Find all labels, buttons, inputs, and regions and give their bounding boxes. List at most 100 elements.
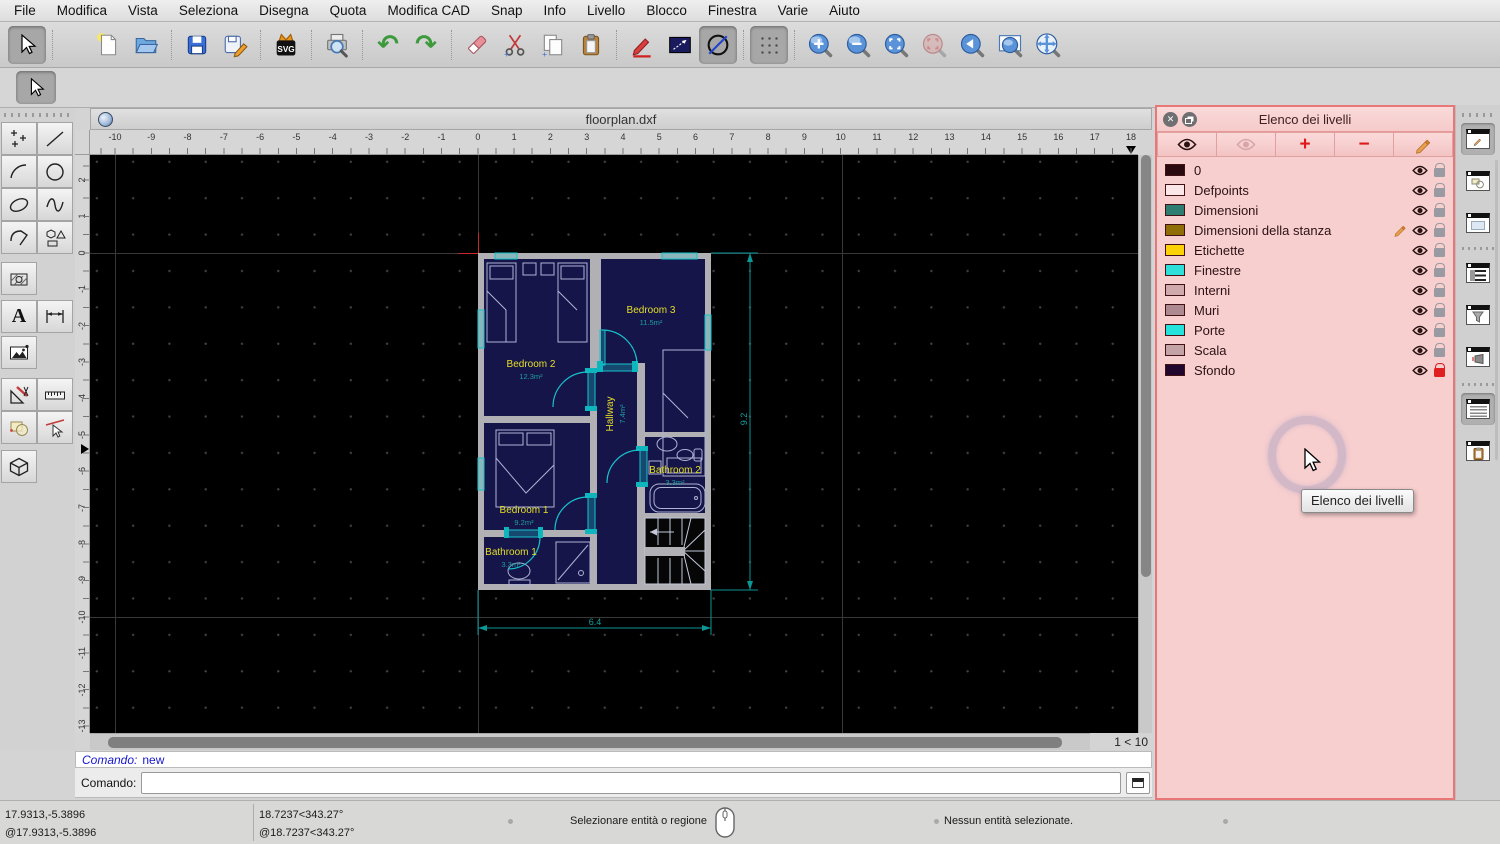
line-tool[interactable]	[37, 122, 73, 155]
select-entity-tool[interactable]	[37, 411, 73, 444]
block-tool[interactable]	[1, 411, 37, 444]
dimension-tool[interactable]	[37, 300, 73, 333]
eye-icon[interactable]	[1412, 265, 1428, 276]
eye-icon[interactable]	[1412, 325, 1428, 336]
arc-tool[interactable]	[1, 155, 37, 188]
cut-button[interactable]: +	[496, 26, 534, 64]
hatch-tool[interactable]	[1, 262, 37, 295]
drawing-canvas[interactable]: Bedroom 212.3m² Bedroom 311.5m² Hallway7…	[90, 155, 1138, 733]
zoom-out-button[interactable]	[839, 26, 877, 64]
attributes-pencil-button[interactable]	[623, 26, 661, 64]
command-input[interactable]	[141, 772, 1121, 794]
palette-handle[interactable]	[4, 113, 70, 117]
layer-visibility-toggle[interactable]	[1410, 325, 1430, 336]
menu-blocco[interactable]: Blocco	[646, 3, 687, 18]
layer-lock-toggle[interactable]	[1430, 163, 1448, 177]
layer-row-scala[interactable]: Scala	[1158, 340, 1452, 360]
layer-lock-toggle[interactable]	[1430, 323, 1448, 337]
layer-lock-toggle[interactable]	[1430, 203, 1448, 217]
menu-vista[interactable]: Vista	[128, 3, 158, 18]
layer-lock-toggle[interactable]	[1430, 343, 1448, 357]
layer-lock-toggle[interactable]	[1430, 223, 1448, 237]
layer-list-toggle[interactable]	[1461, 257, 1495, 289]
layer-visibility-toggle[interactable]	[1410, 345, 1430, 356]
ellipse-tool[interactable]	[1, 188, 37, 221]
image-tool[interactable]	[1, 336, 37, 369]
copy-button[interactable]: +	[534, 26, 572, 64]
vertical-scrollbar[interactable]	[1138, 155, 1152, 733]
dock-handle[interactable]	[1462, 113, 1494, 117]
eye-icon[interactable]	[1412, 285, 1428, 296]
layer-visibility-toggle[interactable]	[1410, 285, 1430, 296]
menu-livello[interactable]: Livello	[587, 3, 625, 18]
layer-row-etichette[interactable]: Etichette	[1158, 240, 1452, 260]
hide-all-layers-button[interactable]	[1217, 132, 1276, 157]
save-as-button[interactable]	[216, 26, 254, 64]
edit-layer-button[interactable]	[1394, 132, 1453, 157]
layer-row-muri[interactable]: Muri	[1158, 300, 1452, 320]
delete-button[interactable]	[458, 26, 496, 64]
layer-visibility-toggle[interactable]	[1410, 185, 1430, 196]
document-titlebar[interactable]: floorplan.dxf	[90, 108, 1152, 130]
zoom-previous-button[interactable]	[953, 26, 991, 64]
print-preview-button[interactable]	[318, 26, 356, 64]
layer-lock-toggle[interactable]	[1430, 363, 1448, 377]
layer-panel-titlebar[interactable]: ✕ Elenco dei livelli	[1157, 107, 1453, 132]
layer-row-porte[interactable]: Porte	[1158, 320, 1452, 340]
text-tool[interactable]: A	[1, 300, 37, 333]
menu-aiuto[interactable]: Aiuto	[829, 3, 860, 18]
paste-button[interactable]	[572, 26, 610, 64]
library-browser-toggle[interactable]	[1461, 207, 1495, 239]
points-tool[interactable]	[1, 122, 37, 155]
layer-lock-toggle[interactable]	[1430, 283, 1448, 297]
eye-icon[interactable]	[1412, 305, 1428, 316]
close-icon[interactable]: ✕	[1163, 112, 1178, 127]
svg-export-button[interactable]: SVG	[267, 26, 305, 64]
selection-pointer-button[interactable]	[16, 71, 56, 104]
layer-lock-toggle[interactable]	[1430, 183, 1448, 197]
layer-lock-toggle[interactable]	[1430, 263, 1448, 277]
save-button[interactable]	[178, 26, 216, 64]
menu-seleziona[interactable]: Seleziona	[179, 3, 238, 18]
clipboard-panel-toggle[interactable]	[1461, 435, 1495, 467]
layer-visibility-toggle[interactable]	[1410, 225, 1430, 236]
remove-layer-button[interactable]: −	[1335, 132, 1394, 157]
menu-varie[interactable]: Varie	[778, 3, 809, 18]
new-document-button[interactable]	[89, 26, 127, 64]
redo-button[interactable]: ↷	[407, 26, 445, 64]
eye-icon[interactable]	[1412, 165, 1428, 176]
selection-filter-toggle[interactable]	[1461, 299, 1495, 331]
menu-quota[interactable]: Quota	[330, 3, 367, 18]
measure-tool[interactable]	[37, 378, 73, 411]
dock-scrollbar[interactable]	[1495, 160, 1498, 460]
shapes-tool[interactable]	[37, 221, 73, 254]
block-list-toggle[interactable]	[1461, 165, 1495, 197]
layer-visibility-toggle[interactable]	[1410, 305, 1430, 316]
modify-tool[interactable]	[1, 378, 37, 411]
menu-finestra[interactable]: Finestra	[708, 3, 757, 18]
eye-icon[interactable]	[1412, 245, 1428, 256]
layer-visibility-toggle[interactable]	[1410, 205, 1430, 216]
eye-icon[interactable]	[1412, 365, 1428, 376]
vertical-scrollbar-thumb[interactable]	[1141, 155, 1151, 577]
layer-row-dimensioni[interactable]: Dimensioni	[1158, 200, 1452, 220]
layer-lock-toggle[interactable]	[1430, 243, 1448, 257]
command-panel-button[interactable]	[1126, 772, 1150, 794]
snap-free-button[interactable]	[699, 26, 737, 64]
zoom-selection-button[interactable]	[915, 26, 953, 64]
layer-visibility-toggle[interactable]	[1410, 265, 1430, 276]
polyline-tool[interactable]	[1, 221, 37, 254]
grid-toggle-button[interactable]	[750, 26, 788, 64]
open-file-button[interactable]	[127, 26, 165, 64]
menu-info[interactable]: Info	[544, 3, 567, 18]
eye-icon[interactable]	[1412, 345, 1428, 356]
spline-tool[interactable]	[37, 188, 73, 221]
menu-modifica-cad[interactable]: Modifica CAD	[387, 3, 470, 18]
detach-icon[interactable]	[1182, 112, 1197, 127]
circle-tool[interactable]	[37, 155, 73, 188]
layer-row-dimensioni-della-stanza[interactable]: Dimensioni della stanza	[1158, 220, 1452, 240]
relative-zero-toggle[interactable]	[1461, 341, 1495, 373]
layer-row-interni[interactable]: Interni	[1158, 280, 1452, 300]
eye-icon[interactable]	[1412, 225, 1428, 236]
menu-file[interactable]: File	[14, 3, 36, 18]
